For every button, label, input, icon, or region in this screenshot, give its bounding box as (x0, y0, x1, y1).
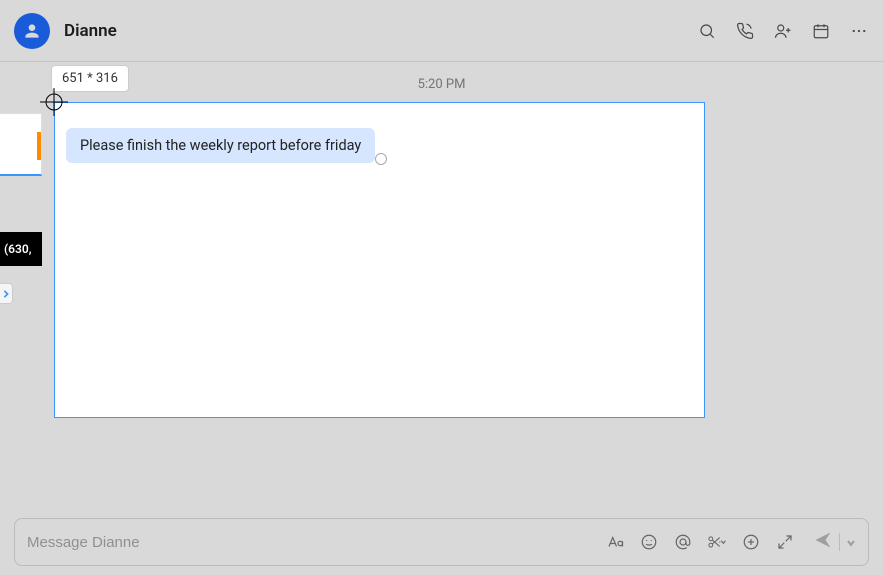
contact-avatar[interactable] (14, 13, 50, 49)
send-separator (839, 533, 840, 551)
message-bubble[interactable]: Please finish the weekly report before f… (66, 128, 375, 163)
message-composer (14, 518, 869, 566)
emoji-icon[interactable] (639, 532, 659, 552)
calendar-icon[interactable] (811, 21, 831, 41)
contact-name[interactable]: Dianne (64, 21, 117, 41)
add-person-icon[interactable] (773, 21, 793, 41)
add-icon[interactable] (741, 532, 761, 552)
chat-header: Dianne (0, 0, 883, 62)
header-actions (697, 21, 869, 41)
message-select-circle[interactable] (375, 153, 387, 165)
expand-icon[interactable] (775, 532, 795, 552)
send-button[interactable] (813, 530, 833, 554)
coordinate-readout: (630, (0, 232, 42, 266)
message-input[interactable] (27, 534, 605, 551)
call-icon[interactable] (735, 21, 755, 41)
send-button-group (813, 530, 856, 554)
send-options-caret[interactable] (846, 533, 856, 552)
message-timestamp: 5:20 PM (0, 62, 883, 92)
snip-dimensions-label: 651 * 316 (51, 65, 129, 92)
scissors-icon[interactable] (707, 532, 727, 552)
more-icon[interactable] (849, 21, 869, 41)
chevron-right-icon (2, 289, 10, 299)
person-icon (22, 21, 42, 41)
snip-selection[interactable]: Please finish the weekly report before f… (54, 102, 705, 418)
format-icon[interactable] (605, 532, 625, 552)
orange-stripe (37, 132, 41, 160)
expand-sliver-button[interactable] (0, 283, 13, 304)
left-sliver-panel (0, 113, 42, 176)
mention-icon[interactable] (673, 532, 693, 552)
search-icon[interactable] (697, 21, 717, 41)
composer-actions (605, 530, 856, 554)
